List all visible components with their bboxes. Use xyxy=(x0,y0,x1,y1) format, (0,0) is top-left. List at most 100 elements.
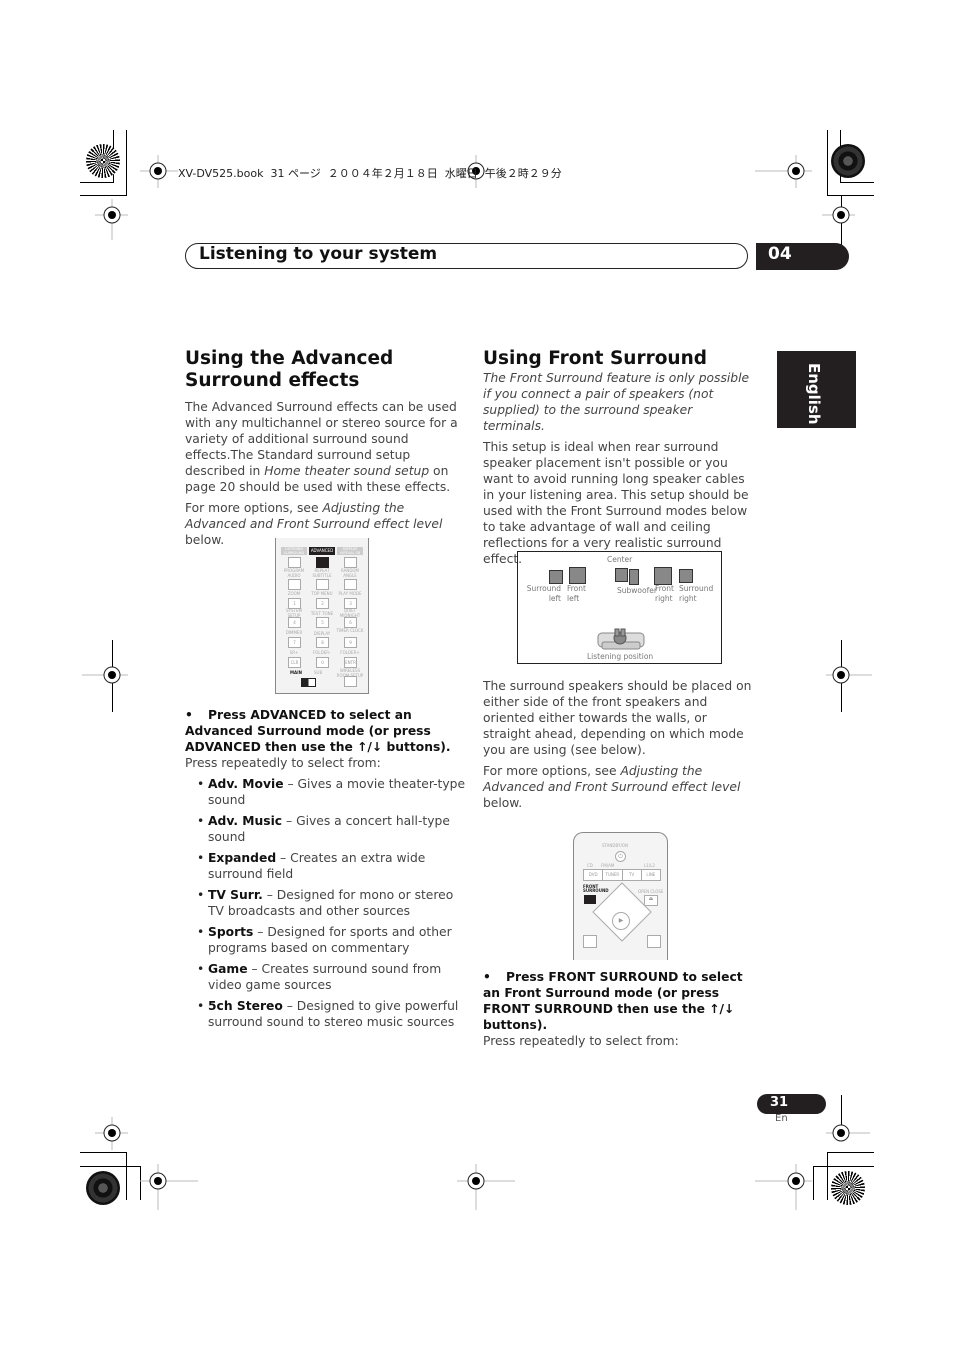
remote-label: FOLDER+ xyxy=(340,650,360,655)
play-icon: ▶ xyxy=(612,912,630,930)
front-surround-instruction: • Press FRONT SURROUND to select an Front… xyxy=(483,970,743,1032)
remote-label: REPEAT SUBTITLE xyxy=(312,568,332,578)
mode-item: TV Surr. – Designed for mono or stereo T… xyxy=(185,887,465,919)
remote-button xyxy=(288,557,301,568)
remote-label: CD xyxy=(587,863,593,868)
prev-button xyxy=(583,935,597,948)
page-number: 31 xyxy=(757,1094,826,1114)
standby-label: STANDBY/ON xyxy=(602,843,628,848)
remote-key: 7 xyxy=(288,637,301,648)
remote-label: PLAY MODE xyxy=(338,591,362,596)
remote-button xyxy=(316,579,329,590)
section-heading-advanced: Using the Advanced Surround effects xyxy=(185,348,394,391)
page-title: Listening to your system xyxy=(199,244,438,264)
front-surround-button xyxy=(584,895,596,904)
press-repeatedly-text: Press repeatedly to select from: xyxy=(185,756,381,770)
chapter-number: 04 xyxy=(756,243,849,270)
right-column-lower: The surround speakers should be placed o… xyxy=(483,678,758,811)
center-label: Center xyxy=(607,555,633,564)
remote-label: TIMER CLOCK xyxy=(336,628,364,633)
mode-item: Adv. Movie – Gives a movie theater-type … xyxy=(185,776,465,808)
speaker-orientation-text: The surround speakers should be placed o… xyxy=(483,679,752,757)
remote-illustration-advanced: LISTENING SURROUND ADVANCED DISPLAY VIRT… xyxy=(275,538,369,694)
press-repeatedly-text: Press repeatedly to select from: xyxy=(483,1034,679,1048)
remote-label-top: LISTENING SURROUND xyxy=(281,547,307,555)
surround-left-speaker xyxy=(549,570,563,584)
next-button xyxy=(647,935,661,948)
advanced-button-label: ADVANCED xyxy=(309,547,335,555)
subwoofer-speaker xyxy=(629,569,639,585)
advanced-instruction: • Press ADVANCED to select an Advanced Su… xyxy=(185,708,451,754)
remote-illustration-front-surround: STANDBY/ON ⏻ CD FM/AM L1/L2 DVD TUNER TV… xyxy=(573,832,668,960)
front-surround-intro: This setup is ideal when rear surround s… xyxy=(483,440,749,566)
remote-label: L1/L2 xyxy=(644,863,655,868)
advanced-button xyxy=(316,557,329,568)
remote-key: 4 xyxy=(288,617,301,628)
front-more-options: For more options, see Adjusting the Adva… xyxy=(483,764,741,810)
remote-key: 5 xyxy=(316,617,329,628)
remote-label: DIMMER xyxy=(285,630,303,635)
remote-label: DISPLAY xyxy=(313,631,331,636)
mode-item: Sports – Designed for sports and other p… xyxy=(185,924,465,956)
front-right-speaker xyxy=(654,567,672,585)
crosshair-marks xyxy=(82,155,872,1210)
surround-right-label: Surround right xyxy=(679,584,714,603)
mode-item: Game – Creates surround sound from video… xyxy=(185,961,465,993)
advanced-instructions: • Press ADVANCED to select an Advanced Su… xyxy=(185,707,465,1035)
page-language: En xyxy=(775,1113,788,1124)
front-surround-label: FRONT SURROUND xyxy=(583,884,609,893)
surround-left-label: Surround left xyxy=(526,584,561,603)
language-tab: English xyxy=(777,351,856,428)
remote-label: SR+ xyxy=(289,650,299,655)
right-column: Using Front Surround The Front Surround … xyxy=(483,348,758,567)
remote-label-top: DISPLAY VIRTUAL SB xyxy=(337,547,363,555)
remote-key: 9 xyxy=(344,637,357,648)
input-button: TV xyxy=(623,870,642,880)
front-right-label: Front right xyxy=(655,584,674,603)
input-button: DVD xyxy=(584,870,604,880)
remote-key: 2 xyxy=(316,598,329,609)
surround-right-speaker xyxy=(679,569,693,583)
mode-item: Expanded – Creates an extra wide surroun… xyxy=(185,850,465,882)
switch-main-label: MAIN xyxy=(290,670,302,675)
remote-label: FM/AM xyxy=(601,863,615,868)
speaker-placement-diagram: Center Surround left Front left Subwoofe… xyxy=(517,551,722,664)
remote-button xyxy=(288,579,301,590)
remote-key: 6 xyxy=(344,617,357,628)
advanced-mode-list: Adv. Movie – Gives a movie theater-type … xyxy=(185,776,465,1030)
remote-label: ZOOM xyxy=(287,591,301,596)
center-speaker xyxy=(615,568,628,582)
remote-label: TEST TONE xyxy=(310,611,334,616)
remote-key: CLR xyxy=(288,657,301,668)
remote-key: 0 xyxy=(316,657,329,668)
main-sub-switch xyxy=(301,678,316,687)
input-buttons: DVD TUNER TV LINE xyxy=(583,869,661,881)
remote-button xyxy=(344,579,357,590)
left-column: Using the Advanced Surround effects The … xyxy=(185,348,460,548)
power-icon: ⏻ xyxy=(615,851,626,862)
listening-position-label: Listening position xyxy=(587,652,654,661)
front-surround-instructions: • Press FRONT SURROUND to select an Front… xyxy=(483,969,763,1049)
language-label: English xyxy=(805,363,823,425)
remote-label: FOLDER– xyxy=(312,650,332,655)
sofa-listener-icon xyxy=(597,628,645,650)
switch-sub-label: SUB xyxy=(314,670,323,675)
input-button: LINE xyxy=(646,872,656,877)
advanced-intro: The Advanced Surround effects can be use… xyxy=(185,400,458,494)
mode-item: 5ch Stereo – Designed to give powerful s… xyxy=(185,998,465,1030)
subwoofer-label: Subwoofer xyxy=(617,586,657,595)
remote-key: ENTR xyxy=(344,657,357,668)
remote-button xyxy=(344,676,357,687)
front-left-label: Front left xyxy=(567,584,586,603)
front-surround-note: The Front Surround feature is only possi… xyxy=(483,371,750,433)
remote-label: PROGRAM AUDIO xyxy=(283,568,305,578)
mode-item: Adv. Music – Gives a concert hall-type s… xyxy=(185,813,465,845)
print-header: XV-DV525.book 31 ページ ２００４年２月１８日 水曜日 午後２時… xyxy=(178,167,562,180)
input-button: TUNER xyxy=(603,870,623,880)
remote-key: 8 xyxy=(316,637,329,648)
section-heading-front-surround: Using Front Surround xyxy=(483,348,708,369)
front-left-speaker xyxy=(569,567,586,584)
remote-button xyxy=(344,557,357,568)
open-close-label: OPEN CLOSE xyxy=(638,889,664,894)
remote-label: TOP MENU xyxy=(311,591,333,596)
